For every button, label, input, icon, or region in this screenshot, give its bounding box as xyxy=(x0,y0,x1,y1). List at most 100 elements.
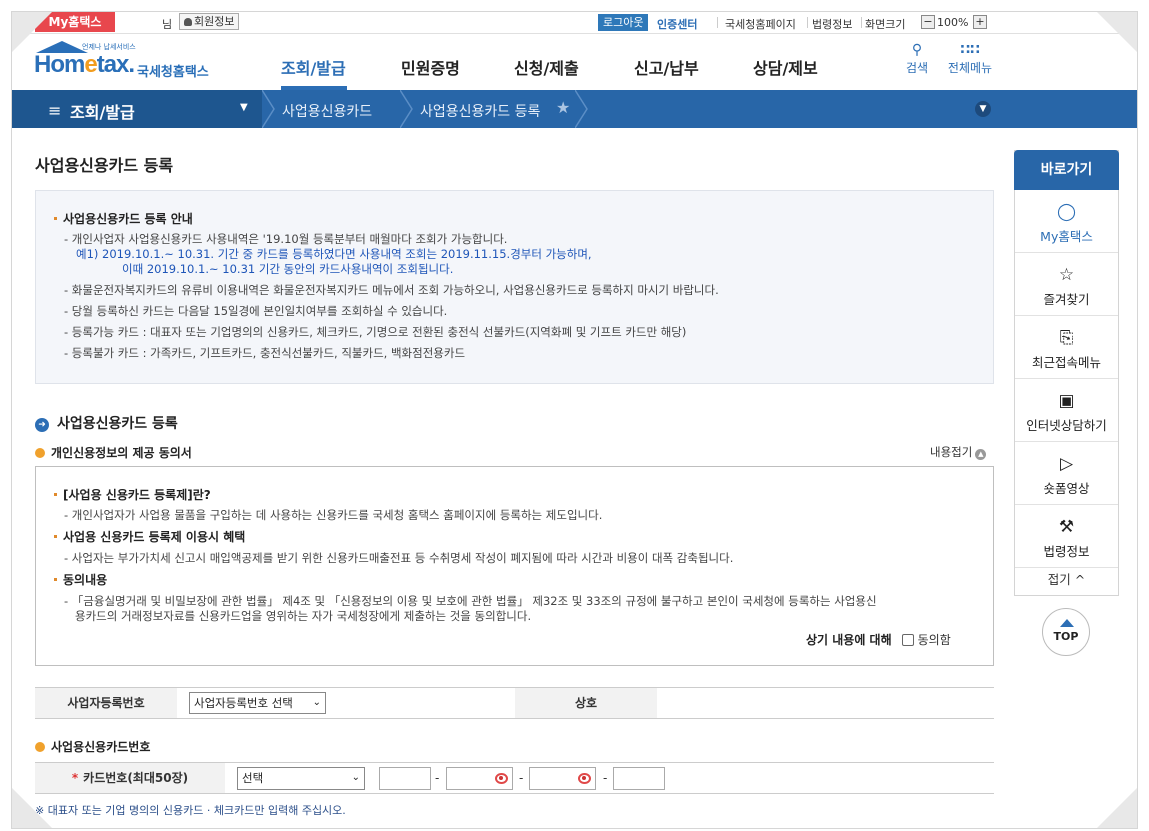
gnb-report-pay[interactable]: 신고/납부 xyxy=(634,55,699,79)
breadcrumb-item[interactable]: 사업용신용카드 등록 xyxy=(420,101,540,121)
bullet-icon xyxy=(35,742,45,752)
card-note: ※ 대표자 또는 기업 명의의 신용카드 · 체크카드만 입력해 주십시오. xyxy=(35,804,346,817)
dash-separator: - xyxy=(603,771,608,785)
search-button[interactable]: ⚲ 검색 xyxy=(887,41,947,76)
guide-line: - 등록불가 카드 : 가족카드, 기프트카드, 충전식선불카드, 직불카드, … xyxy=(64,346,466,360)
corner-decoration xyxy=(1097,788,1137,828)
nts-homepage-link[interactable]: 국세청홈페이지 xyxy=(725,16,796,32)
card-number-input-3[interactable] xyxy=(529,767,596,790)
person-icon xyxy=(184,18,192,26)
dash-separator: - xyxy=(519,771,524,785)
card-number-title: 사업용신용카드번호 xyxy=(35,738,150,755)
zoom-in-button[interactable]: + xyxy=(973,15,987,29)
masked-eye-icon xyxy=(578,773,591,784)
guide-line: - 화물운전자복지카드의 유류비 이용내역은 화물운전자복지카드 메뉴에서 조회… xyxy=(64,283,719,297)
top-label: TOP xyxy=(1053,630,1079,643)
quick-my-hometax[interactable]: ◯ My홈택스 xyxy=(1015,190,1118,253)
card-number-input-2[interactable] xyxy=(446,767,513,790)
consent-text: - 「금융실명거래 및 비밀보장에 관한 법률」 제4조 및 「신용정보의 이용… xyxy=(64,594,877,608)
expand-circle-icon[interactable]: ▼ xyxy=(975,101,991,117)
cert-center-link[interactable]: 인증센터 xyxy=(657,16,697,32)
gnb-civil-certificate[interactable]: 민원증명 xyxy=(401,55,460,79)
consent-heading: 동의내용 xyxy=(54,571,107,588)
all-menu-button[interactable]: ∷∷ 전체메뉴 xyxy=(940,41,1000,76)
user-name xyxy=(115,14,159,30)
guide-box: 사업용신용카드 등록 안내 - 개인사업자 사업용신용카드 사용내역은 '19.… xyxy=(35,190,994,384)
section-title: ➜ 사업용신용카드 등록 xyxy=(35,413,178,433)
consent-heading: 사업용 신용카드 등록제 이용시 혜택 xyxy=(54,528,245,545)
zoom-level: 100% xyxy=(937,16,969,29)
quick-online-consult[interactable]: ▣ 인터넷상담하기 xyxy=(1015,379,1118,442)
quick-recent-menu[interactable]: ⎘ 최근접속메뉴 xyxy=(1015,316,1118,379)
arrow-up-icon xyxy=(1060,619,1074,627)
quick-law-info[interactable]: ⚒ 법령정보 xyxy=(1015,505,1118,568)
hometax-logo[interactable]: 언제나 납세서비스 Hometax. 국세청홈택스 xyxy=(34,39,219,85)
consent-text: 용카드의 거래정보자료를 신용카드업을 영위하는 자가 국세청장에게 제출하는 … xyxy=(75,609,532,623)
divider xyxy=(807,17,808,28)
quick-menu: 바로가기 ◯ My홈택스 ☆ 즐겨찾기 ⎘ 최근접속메뉴 ▣ 인터넷상담하기 ▷ 숏폼영상… xyxy=(1014,150,1119,596)
gavel-icon: ⚒ xyxy=(1058,517,1075,537)
dash-separator: - xyxy=(435,771,440,785)
divider xyxy=(861,17,862,28)
card-number-table: * 카드번호(최대50장) 선택 ⌄ - - - xyxy=(35,762,994,794)
chevron-right-icon xyxy=(262,90,275,128)
quick-favorites[interactable]: ☆ 즐겨찾기 xyxy=(1015,253,1118,316)
honorific-label: 님 xyxy=(162,18,173,31)
bullet-icon xyxy=(35,448,45,458)
chevron-down-icon: ⌄ xyxy=(351,772,360,783)
gnb-consult[interactable]: 상담/제보 xyxy=(753,55,818,79)
reg-no-select[interactable]: 사업자등록번호 선택 ⌄ xyxy=(189,692,326,714)
guide-line-example: 예1) 2019.10.1.~ 10.31. 기간 중 카드를 등록하였다면 사… xyxy=(76,247,592,261)
star-icon: ☆ xyxy=(1058,265,1075,285)
guide-line: - 당월 등록하신 카드는 다음달 15일경에 본인일치여부를 조회하실 수 있… xyxy=(64,304,448,318)
divider xyxy=(717,17,718,28)
quick-short-video[interactable]: ▷ 숏폼영상 xyxy=(1015,442,1118,505)
search-icon: ⚲ xyxy=(911,42,923,58)
favorite-star-icon[interactable]: ★ xyxy=(556,98,570,117)
consent-heading: [사업용 신용카드 등록제]란? xyxy=(54,486,211,503)
chevron-down-icon: ⌄ xyxy=(312,697,321,708)
law-info-link[interactable]: 법령정보 xyxy=(812,16,852,32)
breadcrumb-bar: ≡ 조회/발급 ▼ 사업용신용카드 사업용신용카드 등록 ★ ▼ xyxy=(12,90,1137,128)
scroll-top-button[interactable]: TOP xyxy=(1042,608,1090,656)
corner-decoration xyxy=(1097,12,1137,52)
person-icon: ◯ xyxy=(1056,202,1077,222)
utility-bar: My홈택스 님 회원정보 로그아웃 인증센터 국세청홈페이지 법령정보 화면크기… xyxy=(12,12,1137,34)
arrow-circle-icon: ➜ xyxy=(35,418,49,432)
card-number-input-4[interactable] xyxy=(613,767,665,790)
browser-frame: My홈택스 님 회원정보 로그아웃 인증센터 국세청홈페이지 법령정보 화면크기… xyxy=(11,11,1138,829)
member-info-button[interactable]: 회원정보 xyxy=(179,13,240,30)
gnb-apply-submit[interactable]: 신청/제출 xyxy=(514,55,579,79)
business-info-table: 사업자등록번호 사업자등록번호 선택 ⌄ 상호 xyxy=(35,687,994,719)
collapse-content-button[interactable]: 내용접기 ▲ xyxy=(930,444,987,460)
agree-checkbox-label[interactable]: 동의함 xyxy=(918,633,951,647)
consent-title: 개인신용정보의 제공 동의서 xyxy=(35,444,192,461)
gnb-inquiry-issue[interactable]: 조회/발급 xyxy=(281,55,346,79)
chevron-right-icon xyxy=(400,90,413,128)
corner-decoration xyxy=(12,12,52,52)
reg-no-header: 사업자등록번호 xyxy=(35,688,177,718)
agree-label: 상기 내용에 대해 xyxy=(806,633,892,647)
card-number-input-1[interactable] xyxy=(379,767,431,790)
screen-size-label: 화면크기 xyxy=(865,18,906,31)
card-company-select[interactable]: 선택 ⌄ xyxy=(237,767,365,790)
consent-text: - 사업자는 부가가치세 신고시 매입액공제를 받기 위한 신용카드매출전표 등… xyxy=(64,551,734,565)
caret-down-icon: ▼ xyxy=(240,102,248,113)
agree-checkbox[interactable] xyxy=(901,634,914,646)
hamburger-icon: ≡ xyxy=(48,101,62,120)
zoom-out-button[interactable]: − xyxy=(921,15,935,29)
breadcrumb-item[interactable]: 사업용신용카드 xyxy=(282,101,372,121)
logout-button[interactable]: 로그아웃 xyxy=(598,14,649,31)
all-menu-label: 전체메뉴 xyxy=(947,61,993,75)
agree-row: 상기 내용에 대해 동의함 xyxy=(806,631,951,648)
site-header: 언제나 납세서비스 Hometax. 국세청홈택스 조회/발급 민원증명 신청/… xyxy=(12,34,1137,90)
member-info-label: 회원정보 xyxy=(194,15,235,28)
consent-text: - 개인사업자가 사업용 물품을 구입하는 데 사용하는 신용카드를 국세청 홈… xyxy=(64,508,603,522)
quick-fold-button[interactable]: 접기 ^ xyxy=(1015,569,1118,588)
section-dropdown[interactable]: ≡ 조회/발급 ▼ xyxy=(12,90,262,128)
page-title: 사업용신용카드 등록 xyxy=(35,156,174,175)
guide-line: - 개인사업자 사업용신용카드 사용내역은 '19.10월 등록분부터 매월마다… xyxy=(64,232,508,246)
quick-menu-title: 바로가기 xyxy=(1014,150,1119,190)
guide-line: - 등록가능 카드 : 대표자 또는 기업명의의 신용카드, 체크카드, 기명으… xyxy=(64,325,687,339)
section-label: 조회/발급 xyxy=(70,103,135,122)
